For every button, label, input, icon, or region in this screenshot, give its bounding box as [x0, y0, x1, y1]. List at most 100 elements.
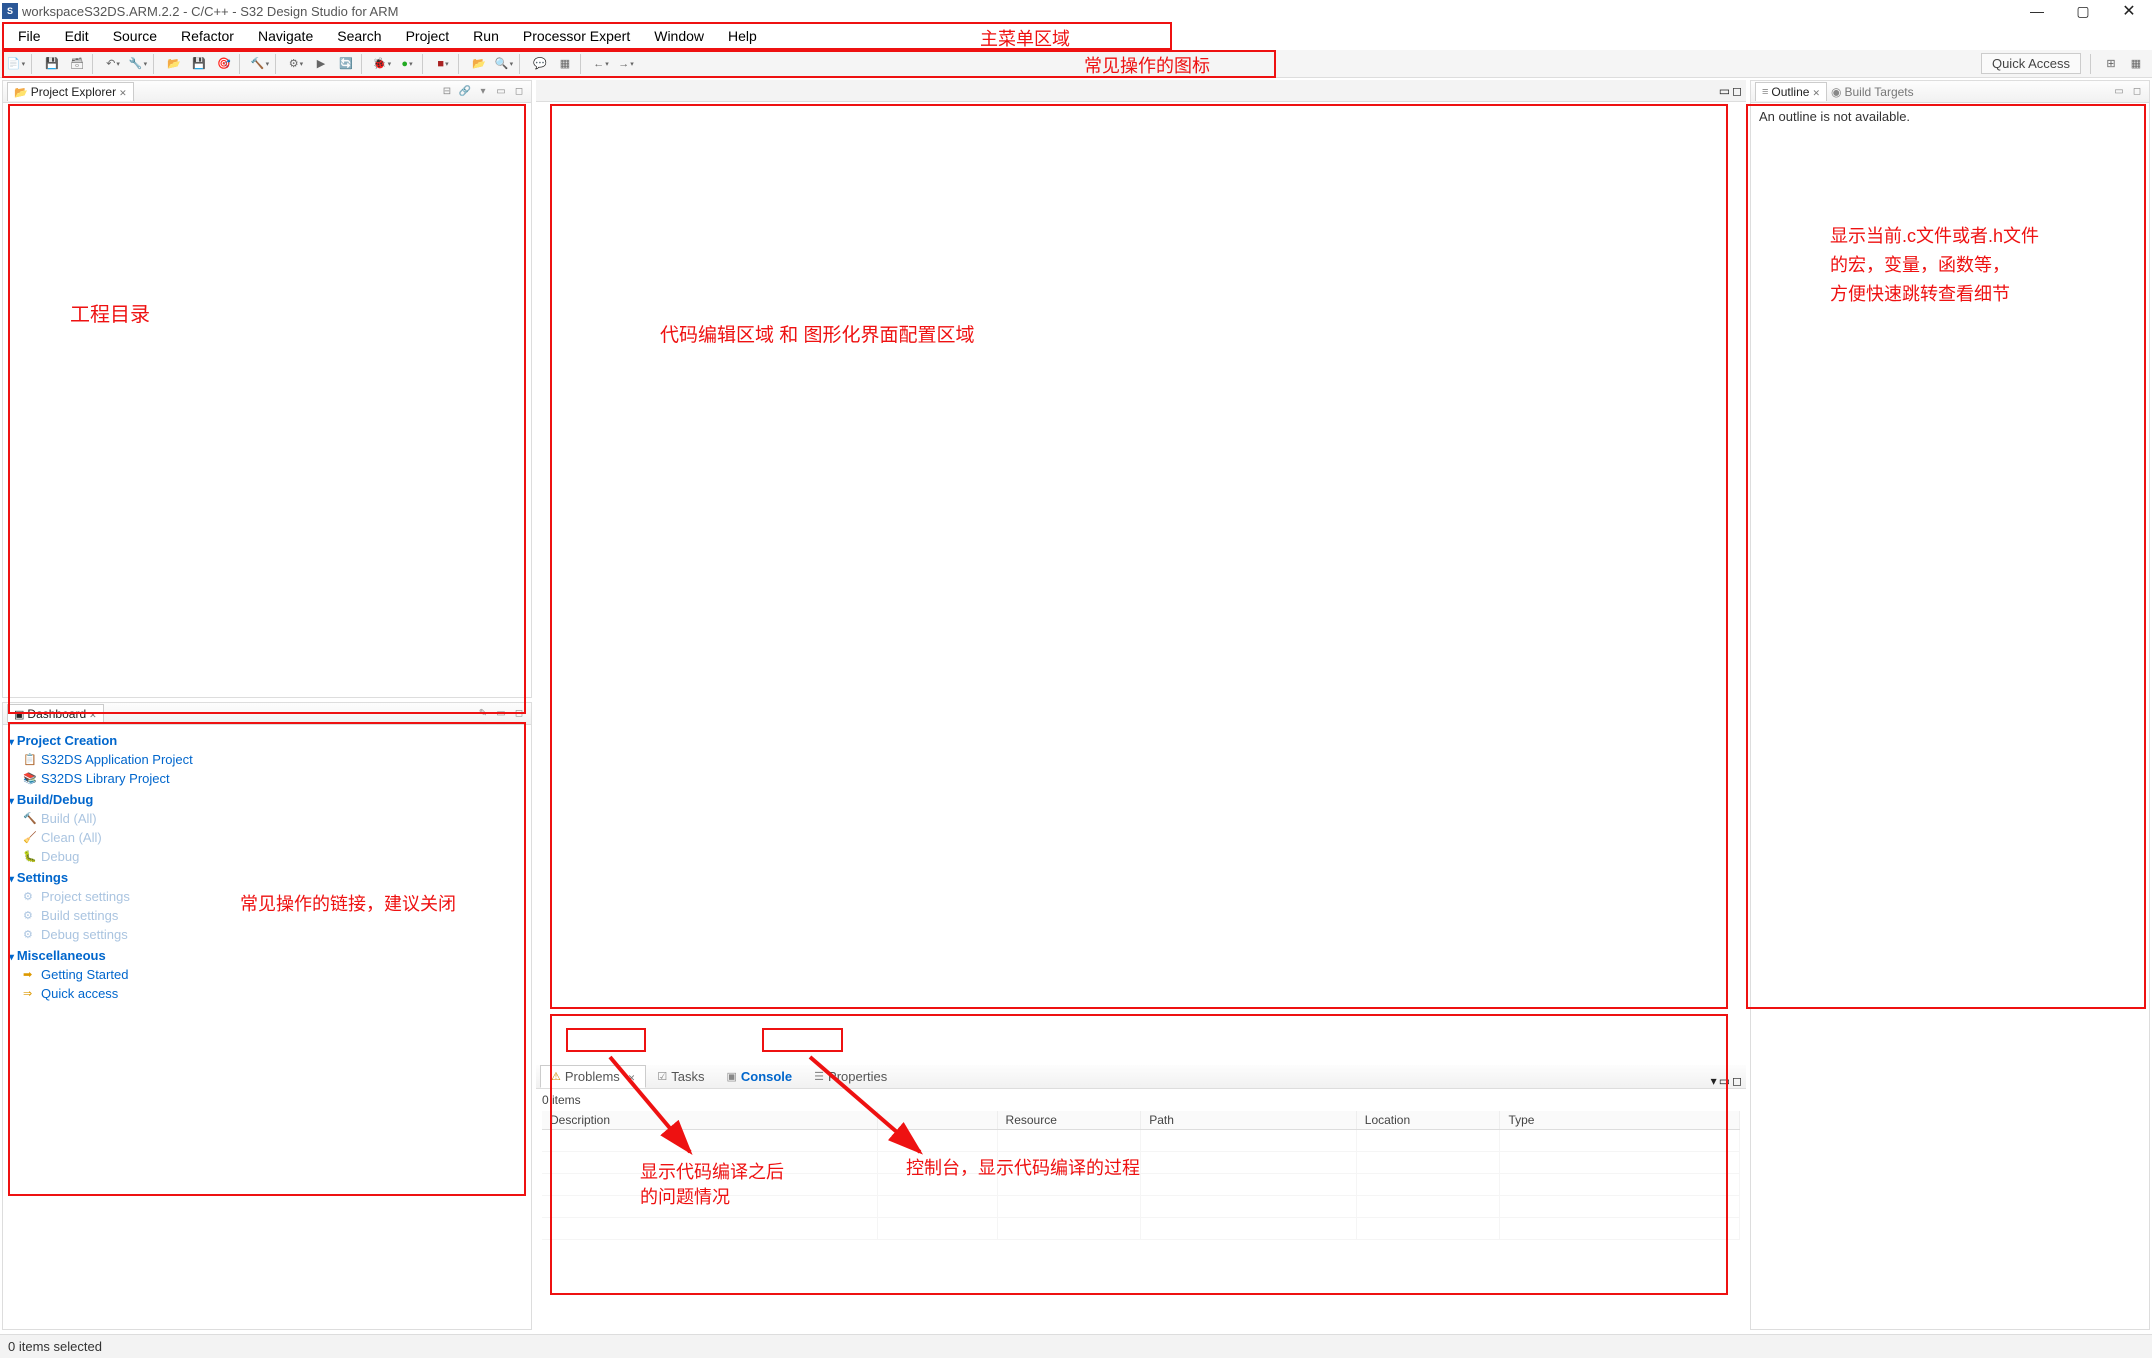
menu-file[interactable]: File: [6, 25, 53, 47]
tab-tasks[interactable]: Tasks: [646, 1065, 715, 1088]
comment-button[interactable]: [528, 53, 552, 75]
menu-search[interactable]: Search: [325, 25, 393, 47]
target-button[interactable]: [212, 53, 236, 75]
maximize-panel-icon[interactable]: ◻: [1732, 84, 1742, 98]
tab-console[interactable]: Console: [715, 1065, 803, 1088]
close-tab-icon[interactable]: [119, 85, 127, 99]
back-button[interactable]: [589, 53, 613, 75]
menu-source[interactable]: Source: [101, 25, 169, 47]
project-explorer-tab[interactable]: Project Explorer: [7, 82, 134, 101]
build-targets-tab[interactable]: Build Targets: [1827, 85, 1918, 99]
annotation-label-dashboard: 常见操作的链接，建议关闭: [240, 890, 456, 916]
link-lib-project[interactable]: S32DS Library Project: [9, 769, 525, 788]
link-debug[interactable]: Debug: [9, 847, 525, 866]
close-tab-icon[interactable]: [1812, 85, 1820, 99]
open-type-button[interactable]: [467, 53, 491, 75]
col-blank[interactable]: [877, 1111, 997, 1130]
build-file-button[interactable]: [187, 53, 211, 75]
panel-actions: ⊟ 🔗 ▾ ▭ ◻: [439, 84, 527, 100]
tab-problems[interactable]: Problems: [540, 1065, 646, 1088]
maximize-panel-icon[interactable]: ◻: [2129, 84, 2145, 100]
perspective-c-button[interactable]: [2124, 53, 2148, 75]
hammer-icon: [23, 812, 37, 825]
update-button[interactable]: 🔄: [334, 53, 358, 75]
panel-header: ▣ Dashboard ✎ ▭ ◻: [3, 703, 531, 725]
section-settings[interactable]: Settings: [9, 866, 525, 887]
view-menu-icon[interactable]: ▾: [1711, 1074, 1717, 1088]
link-build-all[interactable]: Build (All): [9, 809, 525, 828]
minimize-panel-icon[interactable]: ▭: [1719, 1074, 1730, 1088]
menu-processor-expert[interactable]: Processor Expert: [511, 25, 642, 47]
dashboard-tab[interactable]: ▣ Dashboard: [7, 704, 104, 723]
view-menu-icon[interactable]: ▾: [475, 84, 491, 100]
collapse-all-icon[interactable]: ⊟: [439, 84, 455, 100]
col-type[interactable]: Type: [1500, 1111, 1740, 1130]
forward-button[interactable]: [614, 53, 638, 75]
outline-icon: [1762, 86, 1768, 98]
section-miscellaneous[interactable]: Miscellaneous: [9, 944, 525, 965]
minimize-panel-icon[interactable]: ▭: [2111, 84, 2127, 100]
quick-icon: [23, 987, 37, 1000]
maximize-button[interactable]: ▢: [2060, 0, 2106, 22]
maximize-panel-icon[interactable]: ◻: [511, 706, 527, 722]
link-editor-icon[interactable]: 🔗: [457, 84, 473, 100]
separator: [458, 54, 464, 74]
minimize-button[interactable]: —: [2014, 0, 2060, 22]
wrench-button[interactable]: [126, 53, 150, 75]
link-quick-access[interactable]: Quick access: [9, 984, 525, 1003]
link-debug-settings[interactable]: Debug settings: [9, 925, 525, 944]
col-resource[interactable]: Resource: [997, 1111, 1141, 1130]
link-clean-all[interactable]: Clean (All): [9, 828, 525, 847]
tab-label: Outline: [1771, 85, 1809, 99]
items-count-label: 0 items: [542, 1091, 1740, 1111]
maximize-panel-icon[interactable]: ◻: [1732, 1074, 1742, 1088]
menu-run[interactable]: Run: [461, 25, 511, 47]
play-button[interactable]: [309, 53, 333, 75]
window-title: workspaceS32DS.ARM.2.2 - C/C++ - S32 Des…: [22, 4, 398, 19]
menu-navigate[interactable]: Navigate: [246, 25, 325, 47]
col-description[interactable]: Description: [542, 1111, 877, 1130]
close-tab-icon[interactable]: [628, 1069, 636, 1084]
menu-edit[interactable]: Edit: [53, 25, 101, 47]
menu-help[interactable]: Help: [716, 25, 769, 47]
col-path[interactable]: Path: [1141, 1111, 1357, 1130]
minimize-panel-icon[interactable]: ▭: [493, 706, 509, 722]
menu-project[interactable]: Project: [394, 25, 462, 47]
build-button[interactable]: [248, 53, 272, 75]
col-location[interactable]: Location: [1356, 1111, 1500, 1130]
section-project-creation[interactable]: Project Creation: [9, 729, 525, 750]
minimize-panel-icon[interactable]: ▭: [493, 84, 509, 100]
minimize-panel-icon[interactable]: ▭: [1719, 84, 1730, 98]
toggle-button[interactable]: ▦: [553, 53, 577, 75]
link-app-project[interactable]: S32DS Application Project: [9, 750, 525, 769]
saveall-button[interactable]: [65, 53, 89, 75]
separator: [2090, 54, 2096, 74]
new-button[interactable]: [4, 53, 28, 75]
link-getting-started[interactable]: Getting Started: [9, 965, 525, 984]
gear-icon: [23, 928, 37, 941]
close-tab-icon[interactable]: [89, 707, 97, 721]
maximize-panel-icon[interactable]: ◻: [511, 84, 527, 100]
config-button[interactable]: ⚙: [284, 53, 308, 75]
run-button[interactable]: [395, 53, 419, 75]
edit-icon[interactable]: ✎: [475, 706, 491, 722]
save-button[interactable]: [40, 53, 64, 75]
switch-button[interactable]: [101, 53, 125, 75]
open-button[interactable]: [162, 53, 186, 75]
perspective-open-button[interactable]: [2099, 53, 2123, 75]
close-button[interactable]: ✕: [2106, 0, 2152, 22]
menu-window[interactable]: Window: [642, 25, 716, 47]
quick-access-field[interactable]: Quick Access: [1981, 53, 2081, 74]
section-build-debug[interactable]: Build/Debug: [9, 788, 525, 809]
ext-button[interactable]: [431, 53, 455, 75]
left-column: Project Explorer ⊟ 🔗 ▾ ▭ ◻ ▣ Dashboard: [0, 78, 534, 1332]
outline-tab[interactable]: Outline: [1755, 82, 1827, 101]
table-row: [542, 1218, 1740, 1240]
search-button[interactable]: [492, 53, 516, 75]
debug-button[interactable]: [370, 53, 394, 75]
bottom-tabs-header: Problems Tasks Console Properties ▾ ▭ ◻: [536, 1065, 1746, 1089]
menu-refactor[interactable]: Refactor: [169, 25, 246, 47]
app-icon: S: [2, 3, 18, 19]
tab-properties[interactable]: Properties: [803, 1065, 898, 1088]
gear-icon: [23, 890, 37, 903]
